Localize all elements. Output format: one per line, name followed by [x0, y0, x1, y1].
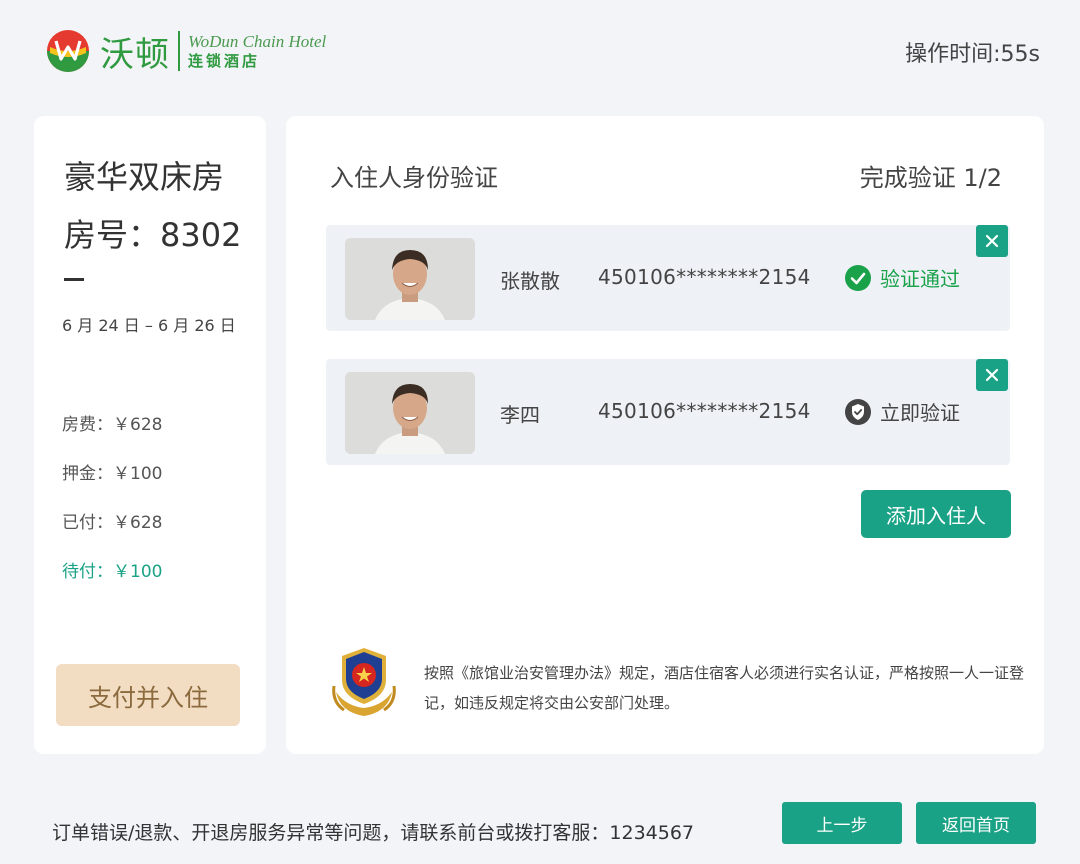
remove-guest-button[interactable] — [976, 359, 1008, 391]
shield-icon — [845, 398, 871, 425]
room-number-continuation — [64, 278, 84, 281]
guest-portrait-icon — [345, 238, 475, 320]
brand-subtitle: 连锁酒店 — [188, 52, 261, 71]
stay-dates: 6 月 24 日 – 6 月 26 日 — [62, 316, 236, 335]
header: 沃顿 WoDun Chain Hotel 连锁酒店 操作时间:55s — [0, 0, 1080, 100]
remove-guest-button[interactable] — [976, 225, 1008, 257]
previous-step-button[interactable]: 上一步 — [782, 802, 902, 844]
guest-id-number: 450106********2154 — [598, 399, 811, 423]
verify-now-button[interactable]: 立即验证 — [844, 397, 960, 426]
verification-title: 入住人身份验证 — [330, 164, 498, 192]
brand-side: WoDun Chain Hotel 连锁酒店 — [188, 32, 326, 70]
identity-verification-card: 入住人身份验证 完成验证 1/2 张散散 450106********2154 … — [286, 116, 1044, 754]
verification-progress: 完成验证 1/2 — [859, 164, 1002, 192]
pay-and-checkin-button[interactable]: 支付并入住 — [56, 664, 240, 726]
verification-status: 验证通过 — [844, 263, 960, 292]
close-icon — [985, 368, 999, 382]
guest-row: 张散散 450106********2154 验证通过 — [326, 225, 1010, 331]
hotel-logo: 沃顿 WoDun Chain Hotel 连锁酒店 — [46, 26, 326, 76]
room-number: 房号：8302 — [64, 216, 242, 254]
guest-id-number: 450106********2154 — [598, 265, 811, 289]
guest-photo — [345, 238, 475, 320]
police-emblem-icon — [332, 648, 396, 716]
guest-photo — [345, 372, 475, 454]
brand-name-cn: 沃顿 — [100, 34, 170, 75]
guest-row: 李四 450106********2154 立即验证 — [326, 359, 1010, 465]
check-circle-icon — [845, 264, 871, 291]
guest-portrait-icon — [345, 372, 475, 454]
deposit-fee: 押金：￥100 — [62, 464, 163, 484]
due-amount: 待付：￥100 — [62, 562, 163, 582]
verify-now-label: 立即验证 — [880, 401, 960, 425]
room-type: 豪华双床房 — [64, 158, 225, 196]
brand-divider — [178, 31, 180, 71]
legal-notice: 按照《旅馆业治安管理办法》规定，酒店住宿客人必须进行实名认证，严格按照一人一证登… — [424, 664, 1025, 712]
logo-mark-icon — [47, 30, 89, 72]
support-message: 订单错误/退款、开退房服务异常等问题，请联系前台或拨打客服：1234567 — [52, 822, 695, 844]
room-fee: 房费：￥628 — [62, 415, 163, 435]
add-guest-button[interactable]: 添加入住人 — [861, 490, 1011, 538]
paid-amount: 已付：￥628 — [62, 513, 163, 533]
guest-name: 李四 — [500, 403, 540, 427]
booking-summary-card: 豪华双床房 房号：8302 6 月 24 日 – 6 月 26 日 房费：￥62… — [34, 116, 266, 754]
close-icon — [985, 234, 999, 248]
back-to-home-button[interactable]: 返回首页 — [916, 802, 1036, 844]
brand-name-en: WoDun Chain Hotel — [188, 31, 327, 51]
guest-name: 张散散 — [500, 269, 560, 293]
verification-status-label: 验证通过 — [880, 267, 960, 291]
operation-timer: 操作时间:55s — [905, 42, 1040, 67]
